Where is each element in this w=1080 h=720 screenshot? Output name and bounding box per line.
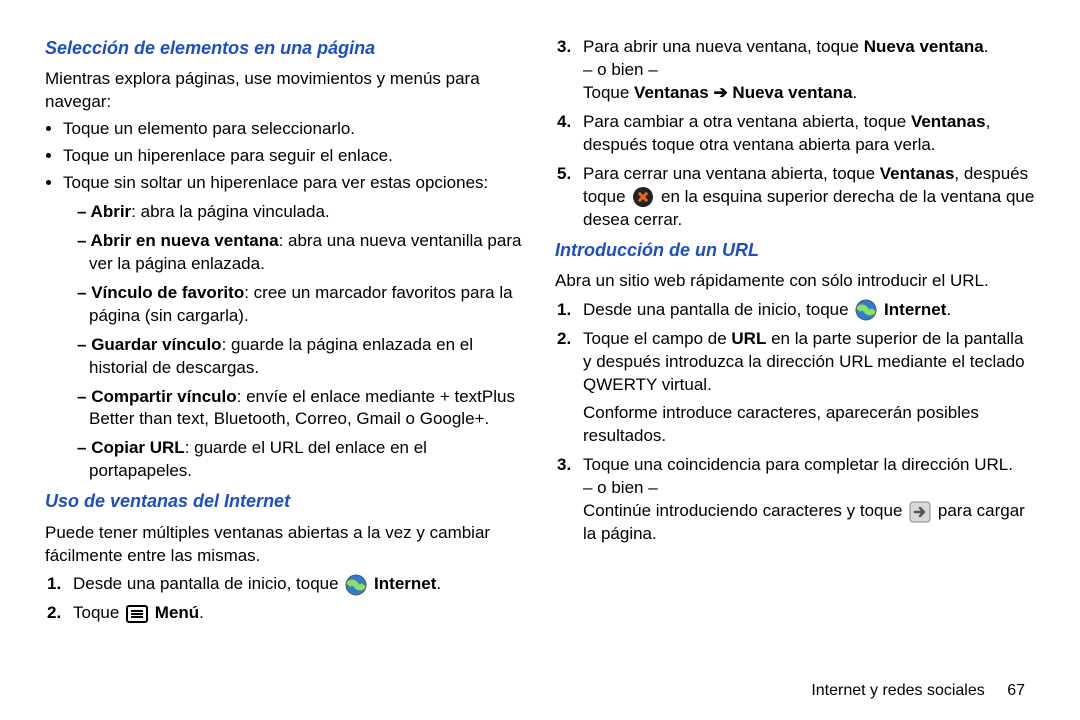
heading-ventanas: Uso de ventanas del Internet (45, 489, 525, 513)
right-column: 3. Para abrir una nueva ventana, toque N… (555, 30, 1035, 670)
bullet-item: Toque sin soltar un hiperenlace para ver… (63, 172, 525, 483)
step-item: 5. Para cerrar una ventana abierta, toqu… (583, 163, 1035, 232)
heading-seleccion: Selección de elementos en una página (45, 36, 525, 60)
page-number: 67 (1007, 682, 1025, 699)
bullet-item: Toque un elemento para seleccionarlo. (63, 118, 525, 141)
step-item: 1. Desde una pantalla de inicio, toque I… (583, 299, 1035, 322)
dash-item: Copiar URL: guarde el URL del enlace en … (77, 437, 525, 483)
menu-icon (126, 605, 148, 623)
go-icon (909, 501, 931, 523)
dash-item: Abrir: abra la página vinculada. (77, 201, 525, 224)
step-item: 2. Toque el campo de URL en la parte sup… (583, 328, 1035, 449)
section-title: Internet y redes sociales (811, 682, 984, 699)
bullet-item: Toque un hiperenlace para seguir el enla… (63, 145, 525, 168)
step-item: 3. Para abrir una nueva ventana, toque N… (583, 36, 1035, 105)
body-text: Conforme introduce caracteres, aparecerá… (583, 402, 1035, 448)
alt-text: – o bien – (583, 59, 1035, 82)
alt-text: – o bien – (583, 477, 1035, 500)
body-text: Abra un sitio web rápidamente con sólo i… (555, 270, 1035, 293)
step-item: 3. Toque una coincidencia para completar… (583, 454, 1035, 546)
globe-icon (345, 574, 367, 596)
step-item: 4. Para cambiar a otra ventana abierta, … (583, 111, 1035, 157)
dash-item: Compartir vínculo: envíe el enlace media… (77, 386, 525, 432)
page-body: Selección de elementos en una página Mie… (0, 0, 1080, 680)
dash-item: Vínculo de favorito: cree un marcador fa… (77, 282, 525, 328)
arrow-right-icon: ➔ (713, 83, 727, 102)
left-column: Selección de elementos en una página Mie… (45, 30, 525, 670)
page-footer: Internet y redes sociales 67 (0, 680, 1080, 712)
close-icon (632, 186, 654, 208)
body-text: Puede tener múltiples ventanas abiertas … (45, 522, 525, 568)
globe-icon (855, 299, 877, 321)
heading-url: Introducción de un URL (555, 238, 1035, 262)
dash-item: Guardar vínculo: guarde la página enlaza… (77, 334, 525, 380)
step-item: 2. Toque Menú. (73, 602, 525, 625)
intro-text: Mientras explora páginas, use movimiento… (45, 68, 525, 114)
dash-item: Abrir en nueva ventana: abra una nueva v… (77, 230, 525, 276)
step-item: 1. Desde una pantalla de inicio, toque I… (73, 573, 525, 596)
